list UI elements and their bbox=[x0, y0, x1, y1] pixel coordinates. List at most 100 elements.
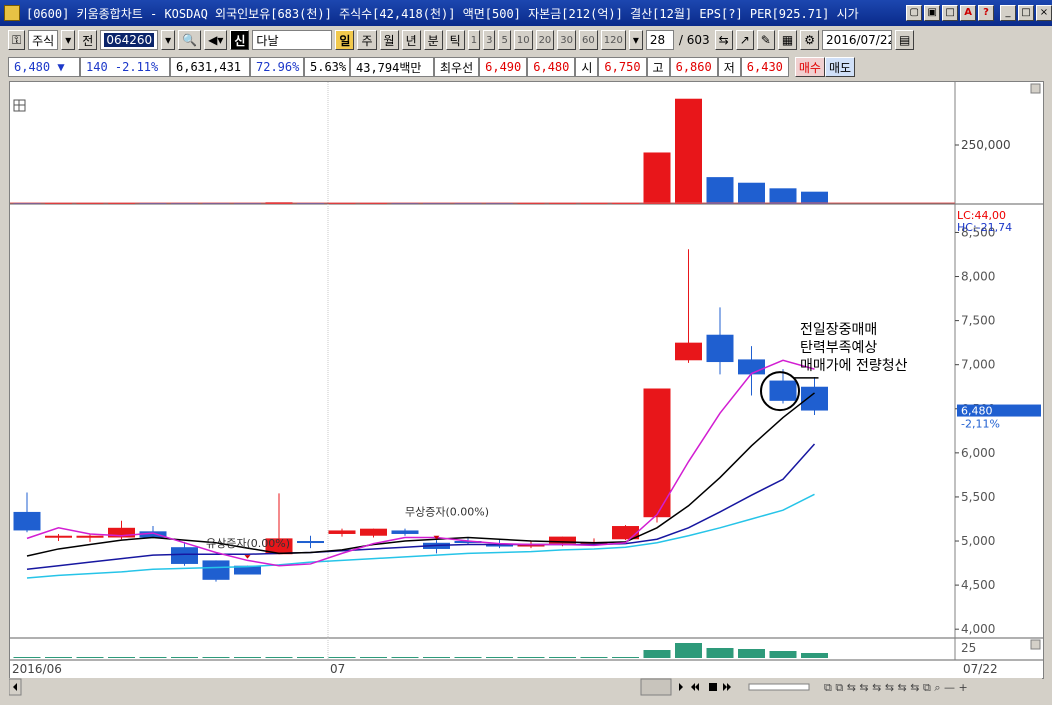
volume-panel-close-icon bbox=[1030, 83, 1041, 94]
sell-button[interactable]: 매도 bbox=[824, 57, 856, 77]
scroll-controls[interactable]: ⧉ ⧉ ⇆ ⇆ ⇆ ⇆ ⇆ ⇆ ⧉ ⌕ — + bbox=[9, 678, 1042, 696]
sub-indicator-bar bbox=[297, 657, 324, 658]
sub-indicator-bar bbox=[13, 657, 41, 658]
sub-indicator-bar bbox=[328, 657, 356, 658]
candle-body bbox=[13, 511, 41, 531]
chart-window[interactable]: 250,0008,5008,0007,5007,0006,5006,0005,5… bbox=[9, 81, 1044, 679]
ratio2-value: 5.63% bbox=[304, 57, 350, 77]
period-year[interactable]: 년 bbox=[401, 30, 421, 50]
period-minute[interactable]: 분 bbox=[423, 30, 443, 50]
maximize-button[interactable]: □ bbox=[1018, 5, 1034, 21]
volume-bar bbox=[801, 191, 828, 204]
interval-60[interactable]: 60 bbox=[579, 30, 598, 50]
count-input[interactable]: 28 bbox=[645, 30, 674, 50]
interval-120[interactable]: 120 bbox=[600, 30, 626, 50]
sub-indicator-bar bbox=[171, 657, 198, 658]
swap-icon[interactable]: ⇆ bbox=[714, 30, 733, 50]
draw-icon[interactable]: ✎ bbox=[756, 30, 775, 50]
code-dropdown-icon[interactable]: ▾ bbox=[161, 30, 176, 50]
period-week[interactable]: 주 bbox=[357, 30, 377, 50]
speaker-icon[interactable]: ◀▾ bbox=[204, 30, 228, 50]
search-icon[interactable]: 🔍 bbox=[178, 30, 202, 50]
volume-bar bbox=[675, 98, 702, 204]
font-icon[interactable]: A bbox=[960, 5, 977, 21]
period-day[interactable]: 일 bbox=[335, 30, 355, 50]
calendar-icon[interactable]: ▤ bbox=[894, 30, 915, 50]
period-month[interactable]: 월 bbox=[379, 30, 399, 50]
new-listing-badge: 신 bbox=[230, 30, 250, 50]
note-text: 탄력부족예상 bbox=[800, 340, 877, 356]
interval-dropdown-icon[interactable]: ▾ bbox=[628, 30, 643, 50]
low-label: 저 bbox=[717, 57, 741, 77]
help-icon[interactable]: ? bbox=[978, 5, 995, 21]
hc-label: HC:-21,74 bbox=[957, 221, 1012, 234]
total-count: / 603 bbox=[678, 33, 710, 47]
last-change-label: -2,11% bbox=[961, 418, 1000, 431]
sub-indicator-bar bbox=[549, 657, 576, 658]
chart-toolbar: ⚿ 주식 ▾ 전 064260 ▾ 🔍 ◀▾ 신 다날 일 주 월 년 분 틱 … bbox=[0, 27, 1052, 53]
market-select[interactable]: 주식 bbox=[28, 30, 59, 50]
date-label-mid: 07 bbox=[330, 662, 345, 676]
interval-30[interactable]: 30 bbox=[557, 30, 577, 50]
sub-indicator-bar bbox=[769, 651, 797, 658]
interval-1[interactable]: 1 bbox=[467, 30, 481, 50]
market-dropdown-icon[interactable]: ▾ bbox=[61, 30, 76, 50]
code-input[interactable]: 064260 bbox=[100, 30, 159, 50]
price-tick-label: 5,000 bbox=[961, 534, 995, 548]
open-label: 시 bbox=[575, 57, 599, 77]
app-icon bbox=[4, 5, 20, 21]
interval-5[interactable]: 5 bbox=[498, 30, 511, 50]
candle-body bbox=[769, 380, 797, 401]
settings-icon[interactable]: ⚙ bbox=[800, 30, 819, 50]
sub-axis-label: 25 bbox=[961, 641, 976, 655]
candle-body bbox=[76, 535, 104, 538]
date-input[interactable]: 2016/07/22 bbox=[821, 30, 892, 50]
price-tick-label: 4,500 bbox=[961, 578, 995, 592]
sub-indicator-bar bbox=[76, 657, 104, 658]
period-tick[interactable]: 틱 bbox=[445, 30, 465, 50]
price-tick-label: 4,000 bbox=[961, 622, 995, 636]
sub-indicator-bar bbox=[423, 657, 450, 658]
candle-body bbox=[297, 541, 324, 544]
high-price: 6,860 bbox=[669, 57, 718, 77]
price-tick-label: 5,500 bbox=[961, 490, 995, 504]
ask-price: 6,490 bbox=[479, 57, 528, 77]
volume-bar bbox=[738, 182, 765, 204]
sub-indicator-bar bbox=[391, 657, 419, 658]
grid-icon[interactable]: ▦ bbox=[777, 30, 798, 50]
candle-body bbox=[171, 547, 198, 564]
note-text: 매매가에 전량청산 bbox=[800, 358, 908, 374]
interval-20[interactable]: 20 bbox=[535, 30, 555, 50]
candle-body bbox=[45, 535, 72, 538]
note-text: 전일장중매매 bbox=[800, 322, 877, 338]
cascade-icon[interactable]: ▣ bbox=[924, 5, 941, 21]
sub-indicator-bar bbox=[675, 643, 702, 658]
scroll-bar[interactable]: ⧉ ⧉ ⇆ ⇆ ⇆ ⇆ ⇆ ⇆ ⧉ ⌕ — + bbox=[9, 678, 1042, 696]
interval-3[interactable]: 3 bbox=[483, 30, 496, 50]
prev-button[interactable]: 전 bbox=[78, 30, 98, 50]
interval-10[interactable]: 10 bbox=[513, 30, 533, 50]
bonus-issue-label: 무상증자(0.00%) bbox=[405, 505, 489, 518]
buy-button[interactable]: 매수 bbox=[794, 57, 825, 77]
lock-icon[interactable]: ⚿ bbox=[8, 30, 26, 50]
minimize-button[interactable]: _ bbox=[1000, 5, 1017, 21]
stock-name-field[interactable]: 다날 bbox=[252, 30, 333, 50]
sub-indicator-bar bbox=[517, 657, 545, 658]
chart-canvas[interactable]: 250,0008,5008,0007,5007,0006,5006,0005,5… bbox=[10, 82, 1043, 678]
volume-value: 6,631,431 bbox=[170, 57, 250, 77]
sub-indicator-bar bbox=[360, 657, 387, 658]
close-button[interactable]: × bbox=[1036, 5, 1052, 21]
candle-body bbox=[202, 560, 230, 580]
tile-icon[interactable]: ▢ bbox=[906, 5, 923, 21]
best-label: 최우선 bbox=[434, 57, 480, 77]
candle-body bbox=[391, 530, 419, 534]
candle-body bbox=[738, 359, 765, 375]
candle-body bbox=[328, 530, 356, 534]
window-title: [0600] 키움종합차트 - KOSDAQ 외국인보유[683(천)] 주식수… bbox=[25, 6, 859, 21]
price-tick-label: 7,000 bbox=[961, 358, 995, 372]
sub-indicator-bar bbox=[643, 650, 671, 658]
sub-indicator-bar bbox=[202, 657, 230, 658]
sub-indicator-bar bbox=[234, 657, 261, 658]
restore-icon[interactable]: □ bbox=[942, 5, 959, 21]
chart-line-icon[interactable]: ↗ bbox=[735, 30, 754, 50]
